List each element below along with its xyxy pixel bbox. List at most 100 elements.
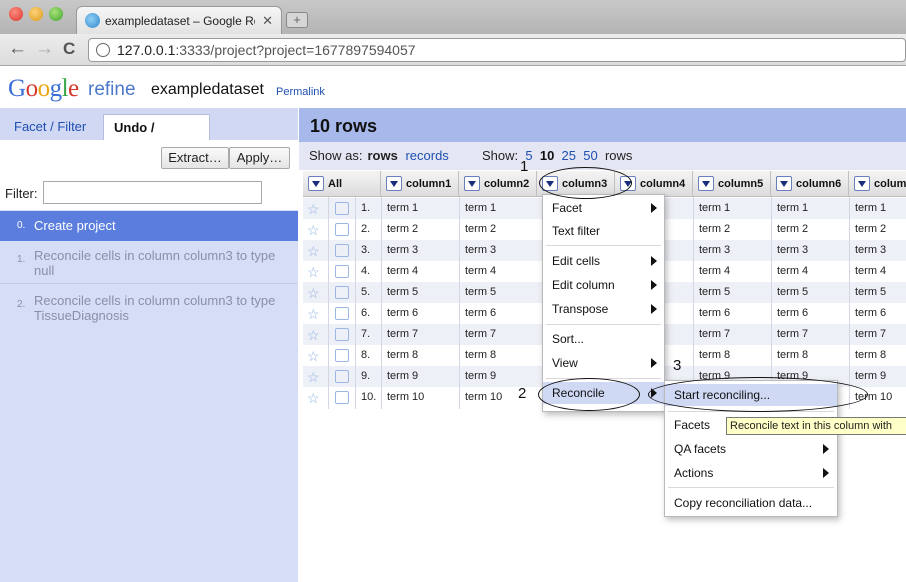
tab-undo-redo[interactable]: Undo / Redo0	[103, 114, 210, 161]
forward-arrow-icon[interactable]: →	[35, 38, 54, 60]
address-url: 127.0.0.1:3333/project?project=167789759…	[117, 42, 416, 58]
show-as-label: Show as:	[309, 148, 363, 163]
refine-favicon-icon	[85, 13, 100, 28]
page-size-50[interactable]: 50	[583, 148, 597, 163]
cell-column1: term 10	[387, 391, 425, 403]
star-icon[interactable]: ☆	[307, 202, 320, 216]
cell-column5: term 8	[699, 349, 731, 361]
menu-item-edit-cells[interactable]: Edit cells	[543, 250, 664, 272]
show-as-rows[interactable]: rows	[367, 148, 397, 163]
column-menu-dropdown-icon[interactable]	[386, 176, 402, 191]
reload-icon[interactable]: C	[63, 38, 75, 60]
column-menu-dropdown-icon[interactable]	[854, 176, 870, 191]
tab-close-icon[interactable]: ✕	[262, 13, 273, 29]
menu-item-label: Actions	[674, 466, 714, 480]
browser-tab[interactable]: exampledataset – Google Re ✕	[76, 6, 282, 34]
submenu-arrow-icon	[651, 358, 657, 368]
menu-item-label: Edit column	[552, 278, 615, 292]
column-header-column5[interactable]: column5	[693, 171, 771, 197]
show-as-records-link[interactable]: records	[405, 148, 448, 163]
page-size-25[interactable]: 25	[562, 148, 576, 163]
flag-icon[interactable]	[335, 244, 349, 257]
row-number: 1.	[361, 202, 371, 214]
tab-facet-filter[interactable]: Facet / Filter	[4, 114, 96, 140]
column-header-column7[interactable]: colum	[849, 171, 906, 197]
column-header-label: column5	[718, 178, 764, 190]
row-number: 2.	[361, 223, 371, 235]
cell-column5: term 4	[699, 265, 731, 277]
menu-separator	[546, 324, 661, 325]
history-item-reconcile-tissue[interactable]: 2. Reconcile cells in column column3 to …	[0, 289, 298, 329]
column-header-label: column4	[640, 178, 686, 190]
star-icon[interactable]: ☆	[307, 391, 320, 405]
cell-column6: term 1	[777, 202, 809, 214]
submenu-arrow-icon	[823, 444, 829, 454]
flag-icon[interactable]	[335, 307, 349, 320]
cell-column2: term 5	[465, 286, 497, 298]
address-bar[interactable]: 127.0.0.1:3333/project?project=167789759…	[88, 38, 906, 62]
menu-item-facet[interactable]: Facet	[543, 197, 664, 219]
menu-item-copy-reconciliation-data[interactable]: Copy reconciliation data...	[665, 492, 837, 514]
cell-column5: term 1	[699, 202, 731, 214]
column-menu-dropdown-icon[interactable]	[776, 176, 792, 191]
column-menu-dropdown-icon[interactable]	[698, 176, 714, 191]
cell-column7: term 4	[855, 265, 887, 277]
row-number: 4.	[361, 265, 371, 277]
back-arrow-icon[interactable]: ←	[8, 38, 27, 60]
flag-icon[interactable]	[335, 223, 349, 236]
extract-button[interactable]: Extract…	[161, 147, 229, 169]
column-header-column1[interactable]: column1	[381, 171, 459, 197]
flag-icon[interactable]	[335, 349, 349, 362]
refine-logo: refine	[88, 79, 136, 100]
star-icon[interactable]: ☆	[307, 349, 320, 363]
cell-column1: term 4	[387, 265, 419, 277]
column-menu-dropdown-icon[interactable]	[308, 176, 324, 191]
column-header-all[interactable]: All	[303, 171, 381, 197]
cell-column6: term 8	[777, 349, 809, 361]
annotation-label-3: 3	[673, 357, 682, 374]
column-menu-dropdown-icon[interactable]	[464, 176, 480, 191]
history-item-reconcile-null[interactable]: 1. Reconcile cells in column column3 to …	[0, 244, 298, 284]
history-item-create-project[interactable]: 0. Create project	[0, 211, 298, 241]
menu-item-edit-column[interactable]: Edit column	[543, 274, 664, 296]
history-text: Reconcile cells in column column3 to typ…	[34, 293, 276, 323]
url-host: 127.0.0.1	[117, 42, 176, 58]
flag-icon[interactable]	[335, 328, 349, 341]
menu-item-label: Facet	[552, 201, 583, 215]
star-icon[interactable]: ☆	[307, 265, 320, 279]
flag-icon[interactable]	[335, 202, 349, 215]
star-icon[interactable]: ☆	[307, 307, 320, 321]
cell-column7: term 6	[855, 307, 887, 319]
close-window-icon[interactable]	[9, 7, 23, 21]
annotation-label-1: 1	[520, 158, 529, 175]
menu-item-transpose[interactable]: Transpose	[543, 298, 664, 320]
star-icon[interactable]: ☆	[307, 244, 320, 258]
menu-item-sort[interactable]: Sort...	[543, 328, 664, 350]
filter-input[interactable]	[43, 181, 262, 204]
annotation-ellipse-column3	[539, 167, 632, 199]
flag-icon[interactable]	[335, 370, 349, 383]
column-header-label: column1	[406, 178, 452, 190]
history-number: 2.	[17, 299, 26, 310]
star-icon[interactable]: ☆	[307, 286, 320, 300]
cell-column1: term 7	[387, 328, 419, 340]
menu-item-qa-facets[interactable]: QA facets	[665, 438, 837, 460]
flag-icon[interactable]	[335, 286, 349, 299]
menu-item-view[interactable]: View	[543, 352, 664, 374]
star-icon[interactable]: ☆	[307, 328, 320, 342]
menu-item-text-filter[interactable]: Text filter	[543, 220, 664, 242]
flag-icon[interactable]	[335, 391, 349, 404]
minimize-window-icon[interactable]	[29, 7, 43, 21]
new-tab-button[interactable]: +	[286, 12, 308, 28]
star-icon[interactable]: ☆	[307, 370, 320, 384]
menu-item-label: View	[552, 356, 578, 370]
zoom-window-icon[interactable]	[49, 7, 63, 21]
cell-column7: term 8	[855, 349, 887, 361]
apply-button[interactable]: Apply…	[229, 147, 290, 169]
flag-icon[interactable]	[335, 265, 349, 278]
star-icon[interactable]: ☆	[307, 223, 320, 237]
menu-item-actions[interactable]: Actions	[665, 462, 837, 484]
permalink-link[interactable]: Permalink	[276, 86, 325, 98]
history-number: 0.	[17, 220, 26, 231]
column-header-column6[interactable]: column6	[771, 171, 849, 197]
